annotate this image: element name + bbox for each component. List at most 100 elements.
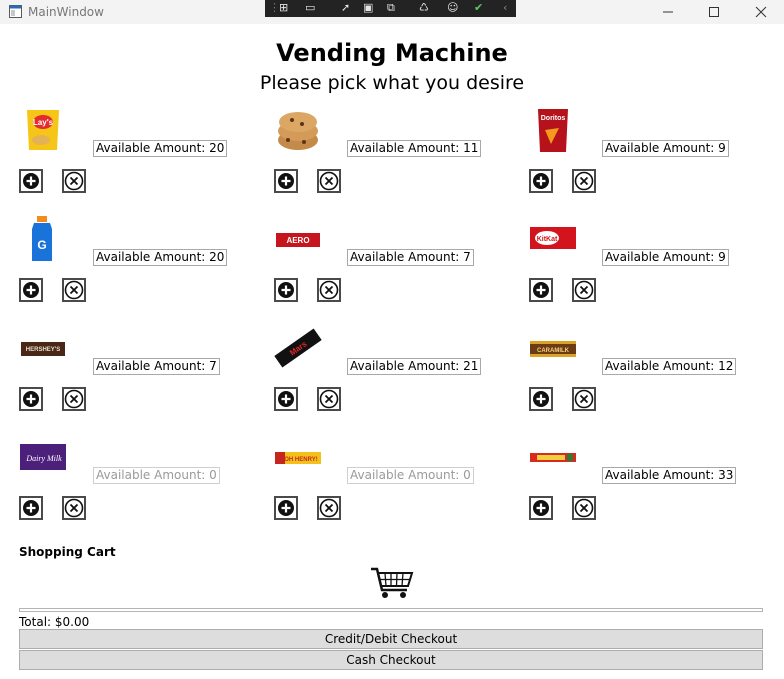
product-6-remove-button[interactable] [572,278,596,302]
close-window-button[interactable] [738,0,784,24]
add-circle-icon [23,500,39,516]
collapse-toolbar-icon[interactable]: ‹ [503,1,507,15]
remove-circle-icon [319,171,339,191]
product-7-remove-button[interactable] [62,387,86,411]
product-4-add-button[interactable] [19,278,43,302]
remove-circle-icon [64,389,84,409]
remove-circle-icon [574,280,594,300]
window-title: MainWindow [28,5,104,19]
page-subtitle: Please pick what you desire [259,72,525,94]
close-icon [755,6,767,18]
maximize-button[interactable] [691,0,737,24]
product-2-add-button[interactable] [274,169,298,193]
checkmark-icon[interactable]: ✔ [474,1,483,15]
add-circle-icon [278,282,294,298]
cookies-icon [278,112,318,150]
product-10-available-amount: Available Amount: 0 [93,467,220,484]
product-11-remove-button[interactable] [317,496,341,520]
svg-text:KitKat: KitKat [537,236,558,243]
hersheys-bar-icon: HERSHEY'S [21,342,65,356]
title-bar: MainWindow ⋮ ⊞ ▭ ➚ ▣ ⧉ ♺ ☺ ✔ ‹ [0,0,784,24]
remove-circle-icon [319,498,339,518]
svg-text:Dairy Milk: Dairy Milk [25,454,62,463]
cash-checkout-button[interactable]: Cash Checkout [19,650,763,670]
svg-text:CARAMILK: CARAMILK [537,348,570,354]
product-10-add-button[interactable] [19,496,43,520]
credit-debit-checkout-button[interactable]: Credit/Debit Checkout [19,629,763,649]
remove-circle-icon [64,498,84,518]
coffee-crisp-bar-icon [530,453,576,462]
cart-items-list[interactable] [19,608,763,612]
maximize-icon [709,7,719,17]
product-3-available-amount: Available Amount: 9 [602,140,729,157]
add-circle-icon [278,391,294,407]
minimize-icon [663,11,673,13]
product-9-available-amount: Available Amount: 12 [602,358,737,375]
add-circle-icon [533,282,549,298]
add-circle-icon [533,500,549,516]
product-2-available-amount: Available Amount: 11 [347,140,482,157]
hot-reload-icon[interactable]: ♺ [419,1,429,15]
layout-adorner-icon[interactable]: ▣ [363,1,373,15]
product-8-available-amount: Available Amount: 21 [347,358,482,375]
add-circle-icon [278,173,294,189]
product-9-remove-button[interactable] [572,387,596,411]
shopping-cart-icon [371,567,414,598]
product-8-remove-button[interactable] [317,387,341,411]
product-5-add-button[interactable] [274,278,298,302]
shopping-cart-label: Shopping Cart [19,545,116,559]
add-circle-icon [23,391,39,407]
product-11-available-amount: Available Amount: 0 [347,467,474,484]
svg-text:G: G [37,238,46,252]
lays-chips-icon: Lay's [27,110,59,150]
product-12-add-button[interactable] [529,496,553,520]
add-circle-icon [533,391,549,407]
cart-total: Total: $0.00 [19,615,90,629]
product-6-available-amount: Available Amount: 9 [602,249,729,266]
product-8-add-button[interactable] [274,387,298,411]
product-12-remove-button[interactable] [572,496,596,520]
remove-circle-icon [64,280,84,300]
svg-text:HERSHEY'S: HERSHEY'S [26,347,60,353]
product-9-add-button[interactable] [529,387,553,411]
add-circle-icon [23,173,39,189]
product-4-available-amount: Available Amount: 20 [93,249,228,266]
svg-text:AERO: AERO [286,236,309,245]
pointer-icon[interactable]: ➚ [341,1,350,15]
remove-circle-icon [319,389,339,409]
minimize-button[interactable] [645,0,691,24]
mars-bar-icon: Mars [274,328,322,368]
svg-text:Lay's: Lay's [33,118,54,127]
kitkat-bar-icon: KitKat [530,227,576,249]
product-1-add-button[interactable] [19,169,43,193]
doritos-chips-icon: Doritos [538,109,568,152]
product-10-remove-button[interactable] [62,496,86,520]
add-circle-icon [533,173,549,189]
oh-henry-bar-icon: OH HENRY! [275,452,321,464]
product-1-remove-button[interactable] [62,169,86,193]
product-11-add-button[interactable] [274,496,298,520]
accessibility-icon[interactable]: ☺ [447,1,458,15]
product-5-remove-button[interactable] [317,278,341,302]
product-7-available-amount: Available Amount: 7 [93,358,220,375]
gatorade-bottle-icon: G [32,216,52,261]
remove-circle-icon [64,171,84,191]
dairy-milk-bar-icon: Dairy Milk [20,444,66,470]
select-element-icon[interactable]: ⊞ [279,1,288,15]
record-video-icon[interactable]: ▭ [305,1,315,15]
caramilk-bar-icon: CARAMILK [530,341,576,357]
product-12-available-amount: Available Amount: 33 [602,467,737,484]
product-3-remove-button[interactable] [572,169,596,193]
add-circle-icon [278,500,294,516]
product-6-add-button[interactable] [529,278,553,302]
remove-circle-icon [574,389,594,409]
product-2-remove-button[interactable] [317,169,341,193]
xaml-debug-toolbar: ⋮ ⊞ ▭ ➚ ▣ ⧉ ♺ ☺ ✔ ‹ [265,0,516,17]
remove-circle-icon [574,498,594,518]
track-focus-icon[interactable]: ⧉ [387,1,395,15]
product-7-add-button[interactable] [19,387,43,411]
aero-bar-icon: AERO [276,233,320,247]
svg-text:Doritos: Doritos [541,115,566,122]
product-4-remove-button[interactable] [62,278,86,302]
product-3-add-button[interactable] [529,169,553,193]
